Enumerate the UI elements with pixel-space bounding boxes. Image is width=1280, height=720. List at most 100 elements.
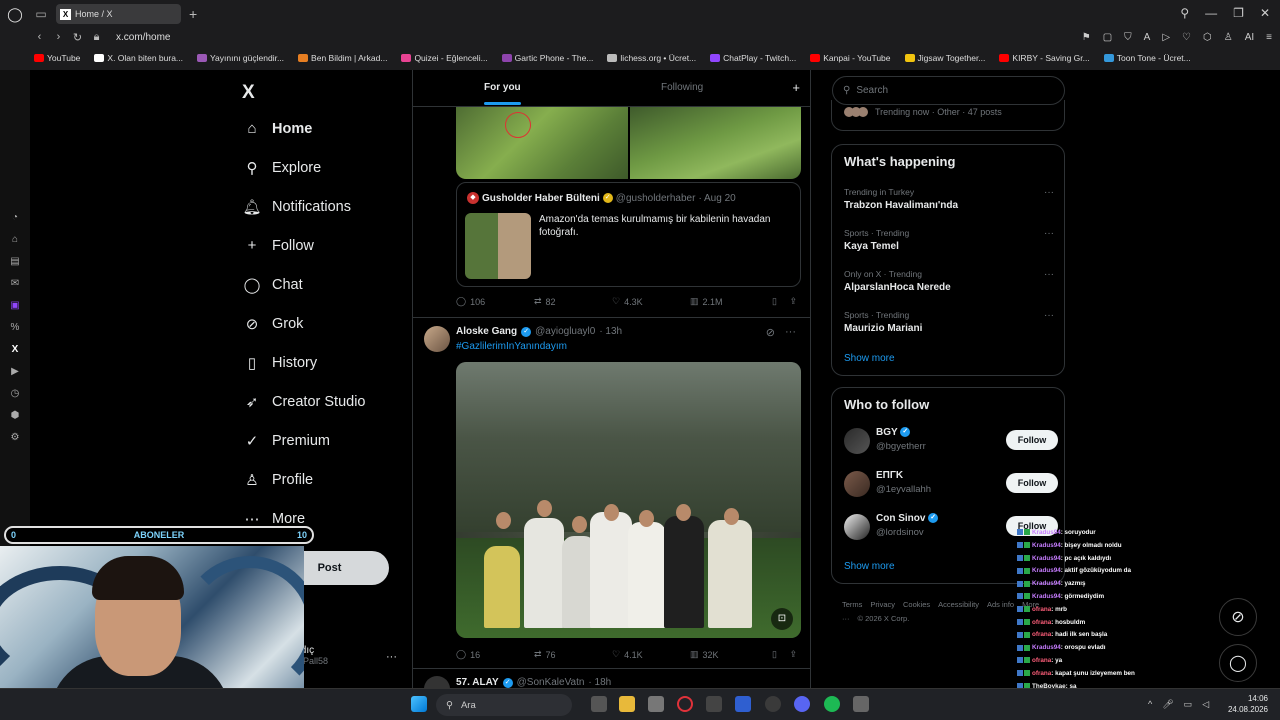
editor-icon[interactable] (735, 696, 751, 712)
bookmark-item[interactable]: ChatPlay - Twitch... (710, 53, 796, 63)
nav-item-grok[interactable]: ⊘ Grok (240, 315, 304, 333)
avatar[interactable] (844, 514, 870, 540)
back-icon[interactable]: ‹ (30, 31, 49, 43)
clock[interactable]: 14:06 24.08.2026 (1228, 693, 1268, 715)
show-more-follow[interactable]: Show more (844, 561, 895, 572)
nav-item-chat[interactable]: ◯ Chat (240, 276, 303, 294)
opera-icon[interactable] (677, 696, 693, 712)
tray-chevron-icon[interactable]: ^ (1148, 699, 1152, 710)
sidebar-box-icon[interactable]: ⬢ (11, 410, 20, 422)
nav-item-follow[interactable]: + Follow (240, 237, 314, 254)
footer-link[interactable]: Cookies (903, 600, 930, 609)
grok-fab-icon[interactable]: ⊘ (1219, 598, 1257, 636)
tweet-handle[interactable]: @ayiogluayl0 (535, 326, 595, 337)
tab-for-you[interactable]: For you (484, 82, 521, 105)
bookmark-item[interactable]: KIRBY - Saving Gr... (999, 53, 1090, 63)
volume-icon[interactable]: ◁ (1202, 699, 1209, 710)
file-explorer-icon[interactable] (619, 696, 635, 712)
opera-menu-icon[interactable]: ◯ (0, 6, 30, 23)
microphone-icon[interactable]: 🎤︎ (1162, 699, 1173, 710)
repost-button[interactable]: ⇄ 76 (534, 649, 612, 660)
trend-item[interactable]: Only on X · Trending AlparslanHoca Nerede… (844, 269, 1054, 293)
tweet-author-name[interactable]: 57. ALAY (456, 677, 499, 688)
sidebar-speed-icon[interactable]: ◔ (12, 212, 18, 224)
messages-fab-icon[interactable]: ◯ (1219, 644, 1257, 682)
trend-item[interactable]: Trending in Turkey Trabzon Havalimanı'nda… (844, 187, 1054, 211)
bookmark-icon[interactable]: ▯ (772, 649, 777, 660)
bookmark-item[interactable]: Kanpai - YouTube (810, 53, 891, 63)
menu-icon[interactable]: ≡ (1266, 32, 1272, 43)
x-logo-icon[interactable]: X (242, 82, 255, 104)
tab-following[interactable]: Following (661, 82, 703, 93)
vpn-icon[interactable]: ⛉ (1124, 32, 1132, 43)
obs-icon[interactable] (853, 696, 869, 712)
show-more-trends[interactable]: Show more (844, 353, 895, 364)
network-icon[interactable]: ▭ (1184, 699, 1193, 710)
bookmark-item[interactable]: X. Olan biten bura... (94, 53, 183, 63)
taskbar-search-input[interactable]: Ara (461, 700, 476, 711)
windows-start-icon[interactable] (411, 696, 427, 712)
follow-suggestion[interactable]: BGY ✓ @bgyetherr Follow (844, 426, 1058, 460)
extensions-icon[interactable]: ⬡ (1203, 32, 1212, 43)
tweet-handle[interactable]: @SonKaleVatn (517, 677, 585, 688)
trend-more-icon[interactable]: ··· (1044, 187, 1054, 198)
avatar[interactable] (844, 428, 870, 454)
footer-link[interactable]: © 2026 X Corp. (858, 614, 910, 623)
bookmark-icon[interactable]: ▯ (772, 296, 777, 307)
like-button[interactable]: ♡ 4.1K (612, 649, 690, 660)
nav-item-premium[interactable]: ✓ Premium (240, 432, 330, 450)
reply-button[interactable]: ◯ 106 (456, 296, 534, 307)
browser-tab[interactable]: X Home / X (56, 4, 181, 24)
tweet-author-name[interactable]: Aloske Gang (456, 326, 517, 337)
share-icon[interactable]: ⇪ (789, 649, 797, 660)
sidebar-card-icon[interactable]: ▤ (10, 256, 19, 268)
bookmark-page-icon[interactable]: ⚑ (1082, 32, 1091, 43)
sidebar-percent-icon[interactable]: % (11, 322, 20, 334)
account-icon[interactable]: ♙ (1224, 32, 1233, 43)
bookmark-item[interactable]: Jigsaw Together... (904, 53, 985, 63)
tweet-image-jungle-1[interactable] (456, 107, 628, 179)
spotify-icon[interactable] (824, 696, 840, 712)
forward-icon[interactable]: › (49, 31, 68, 43)
translate-icon[interactable]: A (1144, 32, 1151, 43)
alt-media-icon[interactable]: ⊡ (771, 608, 793, 630)
tweet-photo-group[interactable]: ⊡ (456, 362, 801, 638)
url-field[interactable]: x.com/home (116, 32, 170, 43)
ai-icon[interactable]: AI (1245, 32, 1254, 43)
app-icon[interactable] (706, 696, 722, 712)
sidebar-settings-icon[interactable]: ⚙ (11, 432, 20, 444)
bookmark-item[interactable]: YouTube (34, 53, 80, 63)
avatar[interactable] (844, 471, 870, 497)
follow-button[interactable]: Follow (1006, 473, 1058, 493)
views-button[interactable]: ▥ 32K (690, 649, 768, 660)
trend-item[interactable]: Sports · Trending Maurizio Mariani ··· (844, 310, 1054, 334)
views-button[interactable]: ▥ 2.1M (690, 296, 768, 307)
reload-icon[interactable]: ↻ (68, 31, 87, 44)
trend-item[interactable]: Sports · Trending Kaya Temel ··· (844, 228, 1054, 252)
tweet-time[interactable]: · 18h (588, 677, 611, 688)
nav-item-home[interactable]: ⌂ Home (240, 120, 312, 137)
trend-more-icon[interactable]: ··· (1044, 228, 1054, 239)
repost-button[interactable]: ⇄ 82 (534, 296, 612, 307)
sidebar-mail-icon[interactable]: ✉ (11, 278, 19, 290)
store-icon[interactable] (648, 696, 664, 712)
bookmark-item[interactable]: Gartic Phone - The... (501, 53, 593, 63)
search-box[interactable]: ⚲ Search (832, 76, 1065, 105)
snapshot-icon[interactable]: ▢ (1103, 32, 1112, 43)
like-button[interactable]: ♡ 4.3K (612, 296, 690, 307)
nav-item-explore[interactable]: ⚲ Explore (240, 159, 322, 177)
play-icon[interactable]: ▷ (1162, 32, 1170, 43)
sidebar-x-icon[interactable]: X (12, 344, 19, 356)
nav-item-history[interactable]: ▯ History (240, 354, 317, 372)
heart-icon[interactable]: ♡ (1182, 32, 1191, 43)
sidebar-history-icon[interactable]: ◷ (11, 388, 20, 400)
avatar[interactable] (424, 326, 450, 352)
footer-link[interactable]: Privacy (870, 600, 895, 609)
tweet-image-jungle-2[interactable] (630, 107, 801, 179)
follow-suggestion[interactable]: ΕΠΓΚ @1eyvallahh Follow (844, 469, 1058, 503)
avatar[interactable] (424, 676, 450, 688)
search-tabs-icon[interactable]: ⚲ (1180, 6, 1189, 20)
trend-more-icon[interactable]: ··· (1044, 269, 1054, 280)
nav-item-profile[interactable]: ♙ Profile (240, 471, 313, 489)
footer-link[interactable]: Ads info (987, 600, 1014, 609)
